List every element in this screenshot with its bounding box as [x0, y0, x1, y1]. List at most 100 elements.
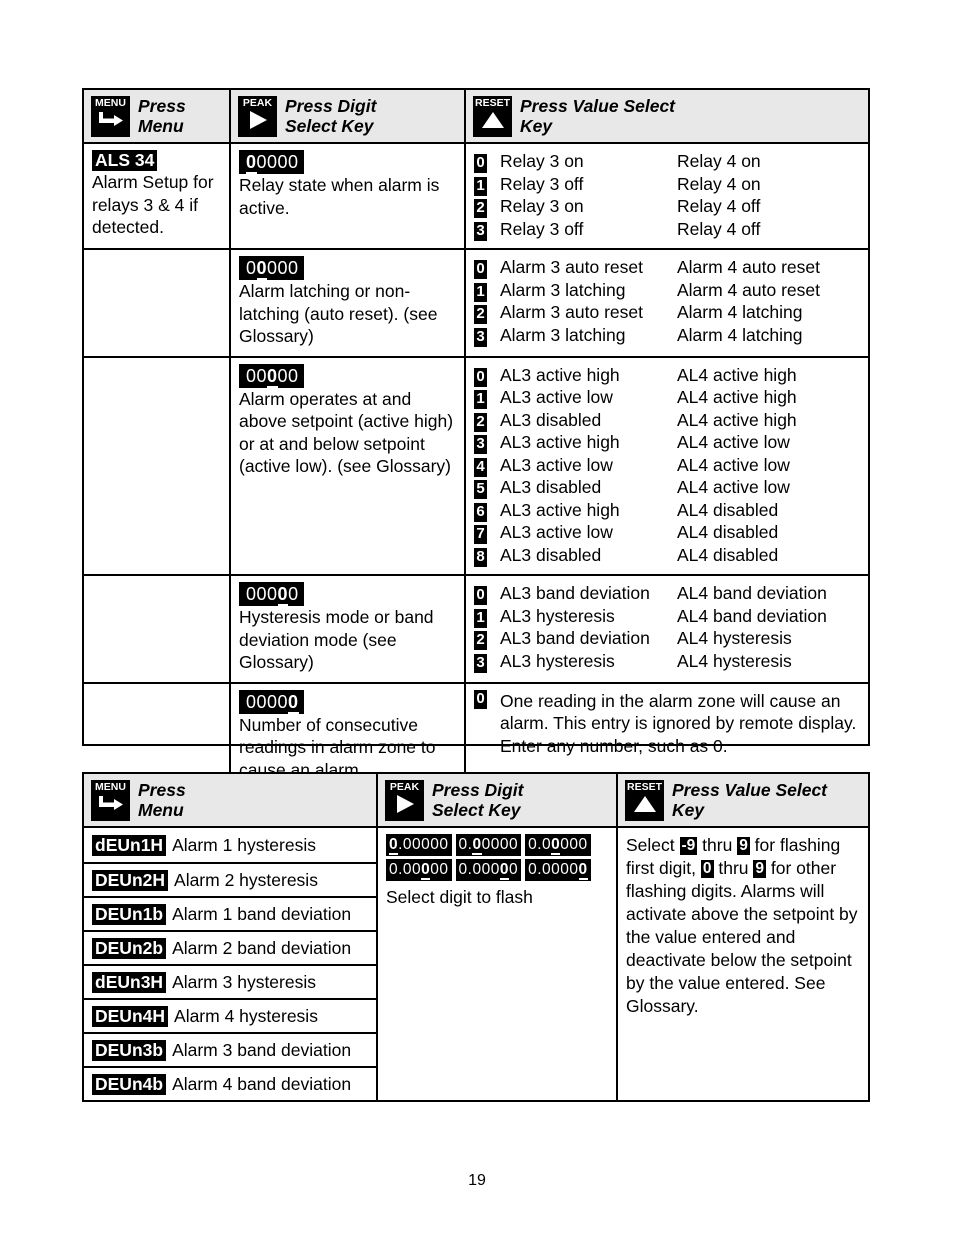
list-item: DEUn2b Alarm 2 band deviation [84, 930, 376, 964]
option-number: 2 [474, 631, 487, 650]
deviation-digit-column: 0.00000 0.00000 0.00000 0.00000 0.00000 … [376, 828, 616, 1102]
menu-cell-empty [84, 576, 229, 682]
menu-key-icon: MENU [91, 95, 130, 137]
option-text-a: AL3 band deviation [500, 583, 650, 603]
value-text-4: thru [713, 858, 754, 878]
list-item: 1 Alarm 3 latching Alarm 4 auto reset [474, 279, 860, 302]
list-item: 1 Relay 3 off Relay 4 on [474, 173, 860, 196]
value-text-5: for other flashing digits. Alarms will a… [626, 858, 858, 1016]
option-text-b: AL4 hysteresis [677, 650, 792, 671]
list-item: 4 AL3 active low AL4 active low [474, 454, 860, 477]
option-text-a: Alarm 3 latching [500, 324, 626, 345]
menu-code-badge: dEUn3H [92, 971, 167, 993]
deviation-body-row: dEUn1H Alarm 1 hysteresis DEUn2H Alarm 2 h… [84, 828, 868, 1102]
option-text-a: Alarm 3 auto reset [500, 302, 643, 322]
option-number: 1 [474, 608, 487, 628]
list-item: 0 One reading in the alarm zone will cau… [474, 689, 860, 758]
digit-cell: 00000 Alarm operates at and above setpoi… [229, 357, 464, 574]
table-row: ALS 34 Alarm Setup for relays 3 & 4 if d… [84, 144, 868, 248]
play-triangle-icon [246, 110, 270, 135]
lcd-display: 00000 [239, 689, 304, 714]
header-reset-text: Press Value Select Key [672, 780, 828, 820]
option-text-a: AL3 active high [500, 432, 620, 452]
list-item: 2 Relay 3 on Relay 4 off [474, 195, 860, 218]
list-item: 3 Relay 3 off Relay 4 off [474, 218, 860, 241]
menu-code-badge: ALS 34 [92, 150, 158, 171]
header-cell-peak: PEAK Press Digit Select Key [229, 90, 464, 142]
option-number: 1 [474, 390, 487, 409]
menu-description: Alarm Setup for relays 3 & 4 if detected… [92, 172, 214, 237]
option-list: 0 AL3 active high AL4 active high 1 AL3 act… [474, 364, 860, 567]
digit-select-note: Select digit to flash [386, 887, 533, 907]
list-item: 7 AL3 active low AL4 disabled [474, 521, 860, 544]
option-number: 0 [474, 367, 487, 387]
digit-cell: 00000 Relay state when alarm is active. [229, 144, 464, 248]
digit-cell: 00000 Alarm latching or non-latching (au… [229, 250, 464, 356]
menu-cell-empty [84, 358, 229, 575]
option-text-a: AL3 band deviation [500, 628, 650, 648]
menu-key-label: MENU [95, 96, 126, 109]
option-text-b: AL4 active low [677, 432, 790, 452]
value-cell: 0 Alarm 3 auto reset Alarm 4 auto reset 1A… [464, 250, 868, 356]
option-text-a: AL3 active high [500, 499, 620, 520]
option-number: 3 [474, 327, 487, 347]
option-text-b: AL4 disabled [677, 499, 779, 520]
list-item: 1 AL3 active low AL4 active high [474, 386, 860, 409]
value-cell: 0 AL3 active high AL4 active high 1 AL3 act… [464, 357, 868, 574]
lcd-display: 00000 [239, 150, 304, 174]
list-item: 2 AL3 band deviation AL4 hysteresis [474, 627, 860, 650]
digit-description: Hysteresis mode or band deviation mode (… [239, 607, 434, 672]
digit-cell: 00000 Hysteresis mode or band deviation … [229, 576, 464, 682]
option-text-b: Alarm 4 auto reset [677, 279, 820, 300]
option-number: 5 [474, 480, 487, 499]
option-number: 7 [474, 525, 487, 544]
list-item: 1 AL3 hysteresis AL4 band deviation [474, 605, 860, 628]
option-number: 0 [474, 689, 487, 709]
option-text-b: Relay 4 off [677, 196, 761, 216]
option-text-b: AL4 active low [677, 454, 790, 475]
menu-code-badge: dEUn1H [92, 834, 167, 856]
list-item: 0 AL3 band deviation AL4 band deviation [474, 582, 860, 605]
header-reset-text: Press Value Select Key [520, 96, 676, 136]
list-item: 0 AL3 active high AL4 active high [474, 364, 860, 387]
reset-key-label: RESET [626, 780, 662, 793]
list-item: 8 AL3 disabled AL4 disabled [474, 544, 860, 567]
menu-code-badge: DEUn4b [92, 1073, 167, 1095]
list-item: dEUn1H Alarm 1 hysteresis [84, 828, 376, 862]
chip-nine-b: 9 [753, 860, 767, 878]
value-cell: 0 Relay 3 on Relay 4 on 1 Relay 3 off Relay … [464, 144, 868, 248]
lcd-display: 00000 [239, 582, 304, 606]
right-arrow-icon [97, 110, 125, 131]
option-text-a: AL3 hysteresis [500, 605, 615, 626]
option-text-a: Alarm 3 auto reset [500, 257, 643, 277]
option-number: 0 [474, 586, 487, 605]
chip-zero: 0 [700, 860, 714, 878]
table-row: 00000 Hysteresis mode or band deviation … [84, 574, 868, 682]
deviation-value-column: Select -9 thru 9 for flashing first digi… [616, 828, 868, 1102]
option-text-a: AL3 active low [500, 454, 613, 475]
option-text-a: Relay 3 off [500, 218, 584, 239]
menu-code-badge: DEUn2H [92, 869, 169, 891]
header-cell-peak: PEAK Press Digit Select Key [376, 774, 616, 826]
digit-description: Relay state when alarm is active. [239, 175, 440, 218]
list-item: 3 Alarm 3 latching Alarm 4 latching [474, 324, 860, 347]
option-text-a: AL3 disabled [500, 477, 602, 497]
digit-description: Alarm operates at and above setpoint (ac… [239, 388, 454, 477]
option-text-a: AL3 disabled [500, 409, 602, 430]
option-text-a: AL3 active low [500, 522, 613, 542]
option-text-b: AL4 band deviation [677, 605, 827, 626]
lcd-display: 00000 [239, 256, 304, 280]
value-cell: 0 AL3 band deviation AL4 band deviation 1A… [464, 576, 868, 682]
option-text-b: Relay 4 off [677, 218, 761, 239]
table-row: 00000 Alarm operates at and above setpoi… [84, 355, 868, 575]
option-number: 6 [474, 502, 487, 522]
page-number: 19 [468, 1172, 486, 1189]
list-item: DEUn3b Alarm 3 band deviation [84, 1032, 376, 1066]
up-triangle-icon [632, 794, 658, 818]
option-number: 1 [474, 176, 487, 196]
option-text-b: Alarm 4 auto reset [677, 257, 820, 277]
alarm-setup-table: MENU Press Menu PEAK Press Digit Select … [82, 88, 870, 789]
option-text-b: AL4 active high [677, 364, 797, 385]
document-page: MENU Press Menu PEAK Press Digit Select … [0, 0, 954, 1235]
list-item: 2 AL3 disabled AL4 active high [474, 409, 860, 432]
